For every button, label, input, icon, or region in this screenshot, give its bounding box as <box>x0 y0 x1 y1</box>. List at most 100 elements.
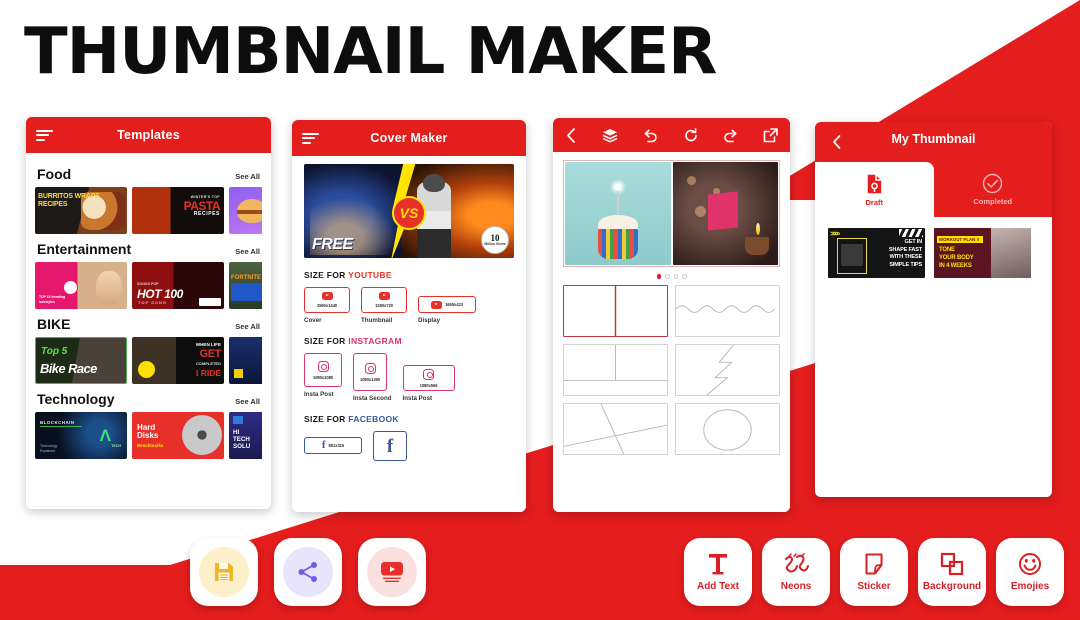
sticker-button[interactable]: Sticker <box>840 538 908 606</box>
template-card[interactable] <box>229 187 262 234</box>
undo-icon[interactable] <box>642 128 658 143</box>
template-card[interactable]: FORTNITE <box>229 262 262 309</box>
cover-hero-preview[interactable]: VS FREE 10 Million Views <box>304 164 514 258</box>
layers-icon[interactable] <box>602 128 618 143</box>
section-prefix: SIZE FOR <box>304 270 346 280</box>
template-card[interactable]: BURRITOS WRAPS RECIPES <box>35 187 127 234</box>
size-box[interactable]: 1080x1080 <box>304 353 342 387</box>
reset-icon[interactable] <box>683 127 699 143</box>
hero-helmet <box>422 174 445 192</box>
section-header-youtube: SIZE FOR YOUTUBE <box>304 270 514 280</box>
hamburger-icon[interactable] <box>302 132 319 144</box>
templates-appbar-title: Templates <box>117 128 180 142</box>
layout-option-diagonal-split[interactable] <box>563 402 668 455</box>
carousel-dot[interactable] <box>665 274 670 279</box>
thumbnail-item[interactable]: >>>> GET IN SHAPE FAST WITH THESE SIMPLE TI… <box>828 228 925 278</box>
size-option[interactable]: 1080x566 Insta Post <box>402 365 455 402</box>
size-option[interactable]: f <box>373 431 407 461</box>
see-all-link-entertainment[interactable]: See All <box>235 247 260 256</box>
cover-maker-body: VS FREE 10 Million Views SIZE FOR YOUTUB… <box>292 156 526 512</box>
facebook-icon: f <box>386 435 394 457</box>
layout-grid <box>563 284 780 455</box>
see-all-link-bike[interactable]: See All <box>235 322 260 331</box>
size-box[interactable]: 1080x1350 <box>353 353 387 391</box>
template-card[interactable]: SONGS POP HOT 100 TOP SONG <box>132 262 224 309</box>
template-card[interactable]: TOP 10 trending hairstyles <box>35 262 127 309</box>
carousel-dots[interactable] <box>563 274 780 279</box>
see-all-link-technology[interactable]: See All <box>235 397 260 406</box>
collage-cell-left[interactable] <box>565 162 671 265</box>
size-option[interactable]: 1080x1350 Insta Second <box>353 353 392 402</box>
bokeh-light <box>694 206 706 217</box>
template-card[interactable]: BLOCKCHAIN Λ TECH Technology Explained <box>35 412 127 459</box>
templates-appbar: Templates <box>26 117 271 153</box>
category-row-technology[interactable]: BLOCKCHAIN Λ TECH Technology Explained Ha… <box>35 412 262 459</box>
hamburger-icon[interactable] <box>36 129 53 141</box>
template-card[interactable] <box>229 337 262 384</box>
size-option[interactable]: 1280x720 Thumbnail <box>361 287 407 324</box>
size-box[interactable]: 1280x720 <box>361 287 407 313</box>
thumbnail-item[interactable]: WORKOUT PLAN !! TONE YOUR BODY IN 4 WEEKS <box>934 228 1031 278</box>
back-icon[interactable] <box>565 127 578 143</box>
size-option[interactable]: 2560x1440 Cover <box>304 287 350 324</box>
size-caption: Thumbnail <box>361 317 393 324</box>
export-icon[interactable] <box>763 127 778 143</box>
layout-option-two-columns[interactable] <box>563 284 668 337</box>
template-card[interactable]: WHEN LIFE GET COMPLETED I RIDE <box>132 337 224 384</box>
views-unit: Million Views <box>484 241 506 246</box>
size-option[interactable]: 1080x1080 Insta Post <box>304 353 342 398</box>
template-card[interactable]: WINTER'S TOP PASTA RECIPES <box>132 187 224 234</box>
size-option[interactable]: f 851x315 <box>304 437 362 454</box>
carousel-dot-active[interactable] <box>656 274 661 279</box>
size-caption: Insta Post <box>304 391 334 398</box>
template-card[interactable]: Top 5 Bike Race <box>35 337 127 384</box>
save-icon-bg <box>199 547 249 597</box>
collage-cell-right[interactable] <box>672 162 778 265</box>
size-box[interactable]: 2560x1440 <box>304 287 350 313</box>
category-row-food[interactable]: BURRITOS WRAPS RECIPES WINTER'S TOP PAST… <box>35 187 262 234</box>
emojies-label: Emojies <box>1010 581 1050 592</box>
carousel-dot[interactable] <box>682 274 687 279</box>
template-card[interactable]: Hard Disks Benchmarks <box>132 412 224 459</box>
background-button[interactable]: Background <box>918 538 986 606</box>
layout-option-wave-split[interactable] <box>675 284 780 337</box>
sticker-icon <box>865 553 883 575</box>
size-box[interactable]: 1655x423 <box>418 296 476 313</box>
pasta-labels: WINTER'S TOP PASTA RECIPES <box>184 195 221 218</box>
layout-option-t-split[interactable] <box>563 343 668 396</box>
add-text-button[interactable]: Add Text <box>684 538 752 606</box>
editor-toolbar <box>553 118 790 152</box>
phone-panel-editor <box>553 118 790 512</box>
tab-completed[interactable]: Completed <box>934 162 1053 217</box>
facebook-icon: f <box>321 439 326 451</box>
template-card-line4: I RIDE <box>195 368 221 378</box>
template-card-badge <box>199 298 221 306</box>
category-row-entertainment[interactable]: TOP 10 trending hairstyles SONGS POP HOT … <box>35 262 262 309</box>
size-option[interactable]: 1655x423 Display <box>418 296 476 324</box>
carousel-dot[interactable] <box>673 274 678 279</box>
youtube-button[interactable] <box>358 538 426 606</box>
category-header-entertainment: Entertainment See All <box>37 241 260 257</box>
template-card-footer: RECIPES <box>193 211 220 218</box>
see-all-link-food[interactable]: See All <box>235 172 260 181</box>
size-box[interactable]: f <box>373 431 407 461</box>
tab-draft[interactable]: Draft <box>815 162 934 217</box>
size-box[interactable]: 1080x566 <box>402 365 455 391</box>
instagram-icon <box>317 360 329 372</box>
share-button[interactable] <box>274 538 342 606</box>
views-badge: 10 Million Views <box>481 226 509 254</box>
size-box[interactable]: f 851x315 <box>304 437 362 454</box>
save-button[interactable] <box>190 538 258 606</box>
category-row-bike[interactable]: Top 5 Bike Race WHEN LIFE GET COMPLETED … <box>35 337 262 384</box>
cupcake-wrapper <box>597 229 638 259</box>
emojies-button[interactable]: Emojies <box>996 538 1064 606</box>
cover-maker-appbar: Cover Maker <box>292 120 526 156</box>
vs-badge: VS <box>392 195 426 230</box>
layout-option-circle-split[interactable] <box>675 402 780 455</box>
redo-icon[interactable] <box>723 128 739 143</box>
layout-option-lightning-split[interactable] <box>675 343 780 396</box>
collage-preview[interactable] <box>563 160 780 267</box>
neons-button[interactable]: Neons <box>762 538 830 606</box>
template-card[interactable]: HI TECH SOLU <box>229 412 262 459</box>
page-title: THUMBNAIL MAKER <box>24 15 717 89</box>
